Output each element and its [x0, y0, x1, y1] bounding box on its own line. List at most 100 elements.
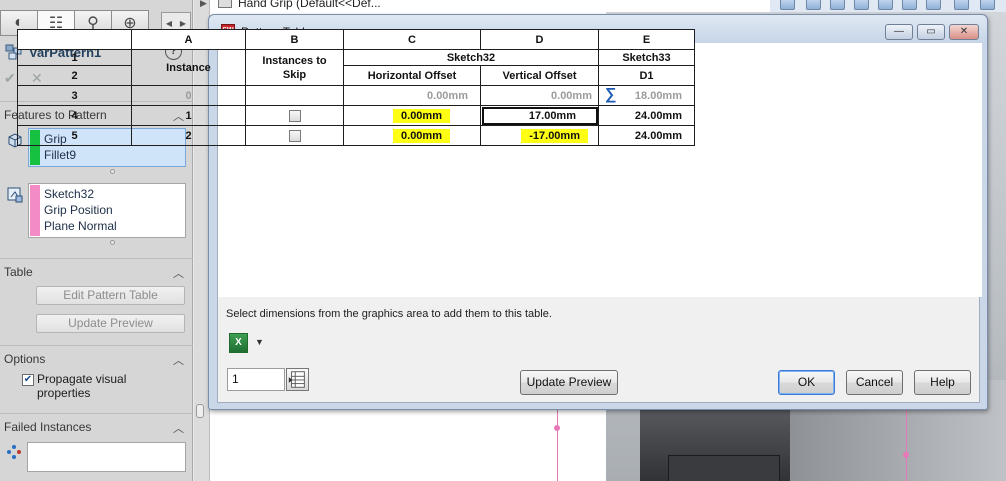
- horizontal-offset-cell[interactable]: 0.00mm: [343, 125, 481, 146]
- list-item[interactable]: Plane Normal: [44, 219, 117, 233]
- vertical-offset-header: Vertical Offset: [480, 65, 599, 86]
- horizontal-offset-header: Horizontal Offset: [343, 65, 481, 86]
- ok-button[interactable]: OK: [778, 370, 835, 395]
- model-geometry: [668, 455, 780, 481]
- collapse-caret-icon[interactable]: ︿: [173, 265, 184, 281]
- tree-part-name[interactable]: Hand Grip (Default<<Def...: [238, 0, 381, 10]
- instance-cell: 2: [131, 125, 246, 146]
- view-icon[interactable]: [806, 0, 821, 10]
- propagate-visual-checkbox[interactable]: ✔: [22, 374, 34, 386]
- sigma-equation-icon: ∑: [605, 86, 617, 103]
- vertical-offset-cell: 0.00mm: [480, 85, 599, 106]
- view-icon[interactable]: [954, 0, 969, 10]
- row-header[interactable]: 2: [17, 65, 132, 86]
- sketch-line: [557, 405, 558, 481]
- instance-count-input[interactable]: 1: [227, 368, 285, 391]
- d1-cell[interactable]: 24.00mm: [598, 105, 695, 126]
- failed-instances-icon: [7, 445, 21, 459]
- row-header[interactable]: 3: [17, 85, 132, 106]
- instances-to-skip-header: Instances to Skip: [245, 49, 344, 86]
- skip-cell[interactable]: [245, 105, 344, 126]
- column-header[interactable]: C: [343, 29, 481, 50]
- vertical-offset-value[interactable]: -17.00mm: [521, 128, 588, 143]
- resize-handle[interactable]: [110, 169, 115, 174]
- dialog-hint-text: Select dimensions from the graphics area…: [226, 308, 552, 320]
- dropdown-arrow-icon: ▼: [255, 337, 264, 347]
- section-divider: [0, 413, 193, 414]
- heads-up-toolbar: [770, 0, 1006, 12]
- list-item[interactable]: Grip Position: [44, 203, 113, 217]
- column-header[interactable]: E: [598, 29, 695, 50]
- update-preview-pm-button[interactable]: Update Preview: [36, 314, 185, 333]
- table-row: 5 2 0.00mm -17.00mm 24.00mm: [17, 125, 695, 146]
- scroll-right-icon[interactable]: ▶: [180, 19, 186, 28]
- resize-handle[interactable]: [110, 240, 115, 245]
- list-item[interactable]: Fillet9: [44, 148, 76, 162]
- instance-cell: 0: [131, 85, 246, 106]
- failed-instances-list[interactable]: [27, 442, 186, 472]
- collapse-caret-icon[interactable]: ︿: [173, 420, 184, 436]
- tree-expand-icon[interactable]: ▶: [200, 0, 207, 9]
- d1-cell[interactable]: 24.00mm: [598, 125, 695, 146]
- section-divider: [0, 345, 193, 346]
- view-icon[interactable]: [830, 0, 845, 10]
- column-header-row: A B C D E: [17, 29, 695, 50]
- section-divider: [0, 258, 193, 259]
- row-header[interactable]: 4: [17, 105, 132, 126]
- excel-icon: X: [229, 333, 248, 353]
- part-icon: [218, 0, 232, 8]
- row-header[interactable]: 1: [17, 49, 132, 66]
- column-header[interactable]: D: [480, 29, 599, 50]
- table-row: 2 Horizontal Offset Vertical Offset D1: [17, 65, 695, 86]
- ok-check-icon[interactable]: ✔: [4, 70, 16, 87]
- table-row: 1 Instance Instances to Skip Sketch32 Sk…: [17, 49, 695, 86]
- vertical-offset-cell[interactable]: -17.00mm: [480, 125, 599, 146]
- pattern-table: A B C D E 1 Instance Instances to Skip S…: [17, 29, 695, 146]
- cancel-button[interactable]: Cancel: [846, 370, 903, 395]
- sketch-point: [554, 425, 560, 431]
- horizontal-offset-value[interactable]: 0.00mm: [393, 128, 450, 143]
- list-item[interactable]: Sketch32: [44, 187, 94, 201]
- panel-collapse-handle[interactable]: [196, 404, 204, 418]
- row-header[interactable]: 5: [17, 125, 132, 146]
- references-color-bar: [30, 185, 40, 236]
- instance-header: Instance: [131, 49, 246, 86]
- references-list[interactable]: Sketch32 Grip Position Plane Normal: [28, 183, 186, 238]
- skip-checkbox[interactable]: [288, 129, 301, 142]
- collapse-caret-icon[interactable]: ︿: [173, 352, 184, 368]
- view-icon[interactable]: [980, 0, 995, 10]
- view-icon[interactable]: [902, 0, 917, 10]
- table-section-title: Table: [4, 265, 33, 279]
- view-icon[interactable]: [854, 0, 869, 10]
- horizontal-offset-value[interactable]: 0.00mm: [393, 108, 450, 123]
- d1-cell: ∑ 18.00mm: [598, 85, 695, 106]
- view-icon[interactable]: [926, 0, 941, 10]
- table-row: 3 0 0.00mm 0.00mm ∑ 18.00mm: [17, 85, 695, 106]
- corner-cell[interactable]: [17, 29, 132, 50]
- skip-cell: [245, 85, 344, 106]
- d1-value: 18.00mm: [634, 89, 682, 102]
- column-header[interactable]: B: [245, 29, 344, 50]
- skip-checkbox[interactable]: [288, 109, 301, 122]
- horizontal-offset-cell: 0.00mm: [343, 85, 481, 106]
- excel-menu-button[interactable]: X ▼: [229, 333, 267, 355]
- edit-pattern-table-button[interactable]: Edit Pattern Table: [36, 286, 185, 305]
- view-icon[interactable]: [780, 0, 795, 10]
- update-preview-button[interactable]: Update Preview: [520, 370, 618, 395]
- instance-cell: 1: [131, 105, 246, 126]
- minimize-button[interactable]: —: [885, 24, 913, 40]
- sketch32-header: Sketch32: [343, 49, 599, 66]
- help-button[interactable]: Help: [914, 370, 971, 395]
- close-button[interactable]: ✕: [949, 24, 979, 40]
- vertical-offset-cell[interactable]: 17.00mm: [480, 105, 599, 126]
- horizontal-offset-cell[interactable]: 0.00mm: [343, 105, 481, 126]
- reference-sketch-icon: [7, 187, 23, 203]
- column-header[interactable]: A: [131, 29, 246, 50]
- add-instances-button[interactable]: [286, 368, 309, 391]
- propagate-visual-label: Propagate visual properties: [37, 372, 127, 400]
- view-icon[interactable]: [878, 0, 893, 10]
- failed-section-title: Failed Instances: [4, 420, 92, 434]
- scroll-left-icon[interactable]: ◀: [166, 19, 172, 28]
- skip-cell[interactable]: [245, 125, 344, 146]
- maximize-button[interactable]: ▭: [917, 24, 945, 40]
